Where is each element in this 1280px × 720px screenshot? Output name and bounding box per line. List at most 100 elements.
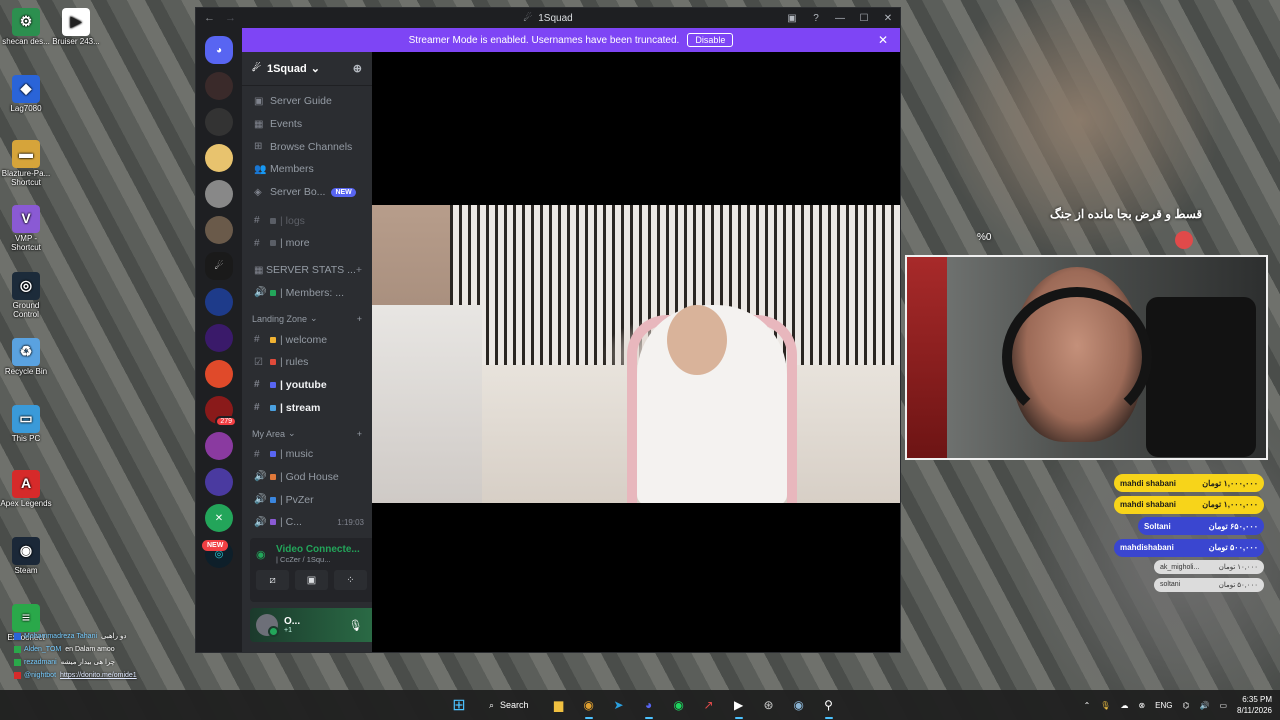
donation-item: Soltani ۶۵۰,۰۰۰ تومان	[1138, 517, 1264, 536]
desktop-icon-label: Blazture-Pa... Shortcut	[1, 169, 51, 187]
nav-item[interactable]: ◈ Server Bo... NEW	[242, 181, 372, 204]
category-landing-zone[interactable]: Landing Zone ⌄ +	[242, 304, 372, 328]
channel-item[interactable]: # | welcome	[242, 328, 372, 351]
channel-item[interactable]: 🔊 | God House	[242, 466, 372, 489]
app-icon[interactable]: ⊛	[757, 693, 781, 717]
server-icon[interactable]	[205, 288, 233, 316]
discord-home-icon[interactable]: ◕	[205, 36, 233, 64]
server-icon[interactable]: 279	[205, 396, 237, 427]
server-icon[interactable]	[205, 324, 233, 352]
server-icon[interactable]	[205, 180, 233, 208]
steam-icon[interactable]: ◉	[787, 693, 811, 717]
app-icon: ≡	[12, 604, 40, 632]
category-my-area[interactable]: My Area ⌄ +	[242, 419, 372, 443]
desktop-icon[interactable]: ▭ This PC	[0, 405, 52, 444]
app-icon[interactable]: ↗	[697, 693, 721, 717]
desktop-icon[interactable]: V VMP - Shortcut	[0, 205, 52, 253]
video-stage[interactable]	[372, 52, 900, 652]
platform-marker-icon	[14, 658, 21, 666]
channel-item[interactable]: # | youtube	[242, 374, 372, 397]
server-icon[interactable]	[205, 432, 233, 460]
desktop-icon[interactable]: A Apex Legends	[0, 470, 52, 509]
add-icon[interactable]: +	[356, 264, 362, 276]
category-server-stats[interactable]: ▦ SERVER STATS ... +	[242, 259, 372, 282]
chevron-down-icon: ⌄	[310, 63, 320, 75]
chat-link[interactable]: https://donito.me/omide1	[60, 672, 137, 679]
taskbar: ⊞ ⌕ Search ▆ ◉ ➤ ◕ ◉ ↗ ▶ ⊛ ◉ ⚲ ⌃ 🎙 ☁ ⊗ E…	[0, 690, 1280, 720]
desktop-icon[interactable]: ◆ Lag7080	[0, 75, 52, 114]
add-channel-icon[interactable]: +	[357, 429, 362, 439]
server-icon[interactable]: ✕	[205, 504, 233, 532]
vpn-tray-icon[interactable]: ⊗	[1138, 701, 1145, 710]
signal-icon[interactable]: ◉	[256, 548, 276, 561]
channel-item[interactable]: 🔊 | Members: ...	[242, 282, 372, 305]
server-icon[interactable]	[205, 360, 233, 388]
nav-item[interactable]: 👥 Members	[242, 158, 372, 181]
close-banner-icon[interactable]: ✕	[878, 33, 888, 47]
chevron-down-icon: ⌄	[288, 427, 296, 438]
discord-icon[interactable]: ◕	[637, 693, 661, 719]
desktop-icon[interactable]: ▬ Blazture-Pa... Shortcut	[0, 140, 52, 188]
system-clock[interactable]: 6:35 PM 8/11/2026	[1237, 694, 1272, 716]
title-bar: ← → ☄ 1Squad ▣ ? — ☐ ✕	[196, 8, 900, 28]
microphone-icon[interactable]: 🎙	[348, 619, 362, 632]
server-icon[interactable]	[205, 144, 233, 172]
screen-share-icon[interactable]: ▣	[295, 570, 328, 590]
search-icon: ⌕	[489, 699, 495, 710]
channel-label: Members	[270, 163, 314, 176]
add-channel-icon[interactable]: +	[357, 314, 362, 324]
nav-item[interactable]: ⊞ Browse Channels	[242, 135, 372, 158]
telegram-icon[interactable]: ➤	[607, 693, 631, 717]
channel-item[interactable]: # | music	[242, 443, 372, 466]
desktop-icon[interactable]: ⚙ shecan des...	[0, 8, 52, 47]
avatar[interactable]	[256, 614, 279, 637]
channel-item[interactable]: ☑ | rules	[242, 351, 372, 374]
server-header[interactable]: ☄ 1Squad ⌄ ⊕	[242, 52, 372, 86]
server-icon[interactable]	[205, 72, 233, 100]
desktop-icon[interactable]: ▶ Bruiser 243...	[50, 8, 102, 47]
channel-item[interactable]: # | more	[242, 232, 372, 255]
voice-status: Video Connecte...	[276, 544, 360, 555]
volume-icon[interactable]: 🔊	[1199, 701, 1209, 710]
nav-item[interactable]: ▦ Events	[242, 113, 372, 136]
donor-name: ak_migholi...	[1160, 563, 1200, 571]
channel-item[interactable]: # | logs	[242, 209, 372, 232]
channel-item[interactable]: 🔊 | PvZer	[242, 488, 372, 511]
disable-streamer-mode-button[interactable]: Disable	[687, 33, 734, 47]
start-button[interactable]: ⊞	[447, 693, 471, 717]
desktop-icon-label: Ground Control	[12, 301, 40, 319]
app-icon: ♻	[12, 338, 40, 366]
language-indicator[interactable]: ENG	[1155, 701, 1172, 710]
voice-channel-name[interactable]: | CcZer / 1Squ...	[276, 555, 375, 564]
network-icon[interactable]: ⌬	[1182, 701, 1189, 710]
app-icon[interactable]: ⚲	[817, 693, 841, 719]
chevron-up-icon[interactable]: ⌃	[1084, 701, 1091, 710]
invite-icon[interactable]: ⊕	[353, 62, 362, 75]
server-icon[interactable]	[205, 108, 233, 136]
taskbar-search[interactable]: ⌕ Search	[477, 693, 541, 717]
desktop-icon[interactable]: ♻ Recycle Bin	[0, 338, 52, 377]
media-player-icon[interactable]: ▶	[727, 693, 751, 719]
activities-icon[interactable]: ⁘	[334, 570, 367, 590]
channel-emoji-icon	[270, 359, 276, 366]
channel-item[interactable]: 🔊 | C... 1:19:03	[242, 511, 372, 534]
camera-off-icon[interactable]: ⧄	[256, 570, 289, 590]
desktop-icon[interactable]: ◎ Ground Control	[0, 272, 52, 320]
server-icon[interactable]	[205, 468, 233, 496]
nav-item[interactable]: ▣ Server Guide	[242, 90, 372, 113]
channel-list: ▣ Server Guide ▦ Events ⊞ Browse Channels 👥 Mem…	[242, 86, 372, 534]
app-tray-icon[interactable]: ☁	[1120, 701, 1128, 710]
server-glyph-icon: ☄	[523, 12, 533, 24]
channel-label: | stream	[280, 401, 321, 414]
server-icon-active[interactable]: ☄	[205, 252, 233, 280]
app-icon: ◆	[12, 75, 40, 103]
file-explorer-icon[interactable]: ▆	[547, 693, 571, 717]
chrome-icon[interactable]: ◉	[577, 693, 601, 719]
stream-video[interactable]	[372, 205, 900, 503]
channel-item[interactable]: # | stream	[242, 396, 372, 419]
battery-icon[interactable]: ▭	[1219, 701, 1227, 710]
mic-tray-icon[interactable]: 🎙	[1100, 701, 1110, 710]
server-icon[interactable]	[205, 216, 233, 244]
desktop-icon[interactable]: ◉ Steam	[0, 537, 52, 576]
spotify-icon[interactable]: ◉	[667, 693, 691, 717]
